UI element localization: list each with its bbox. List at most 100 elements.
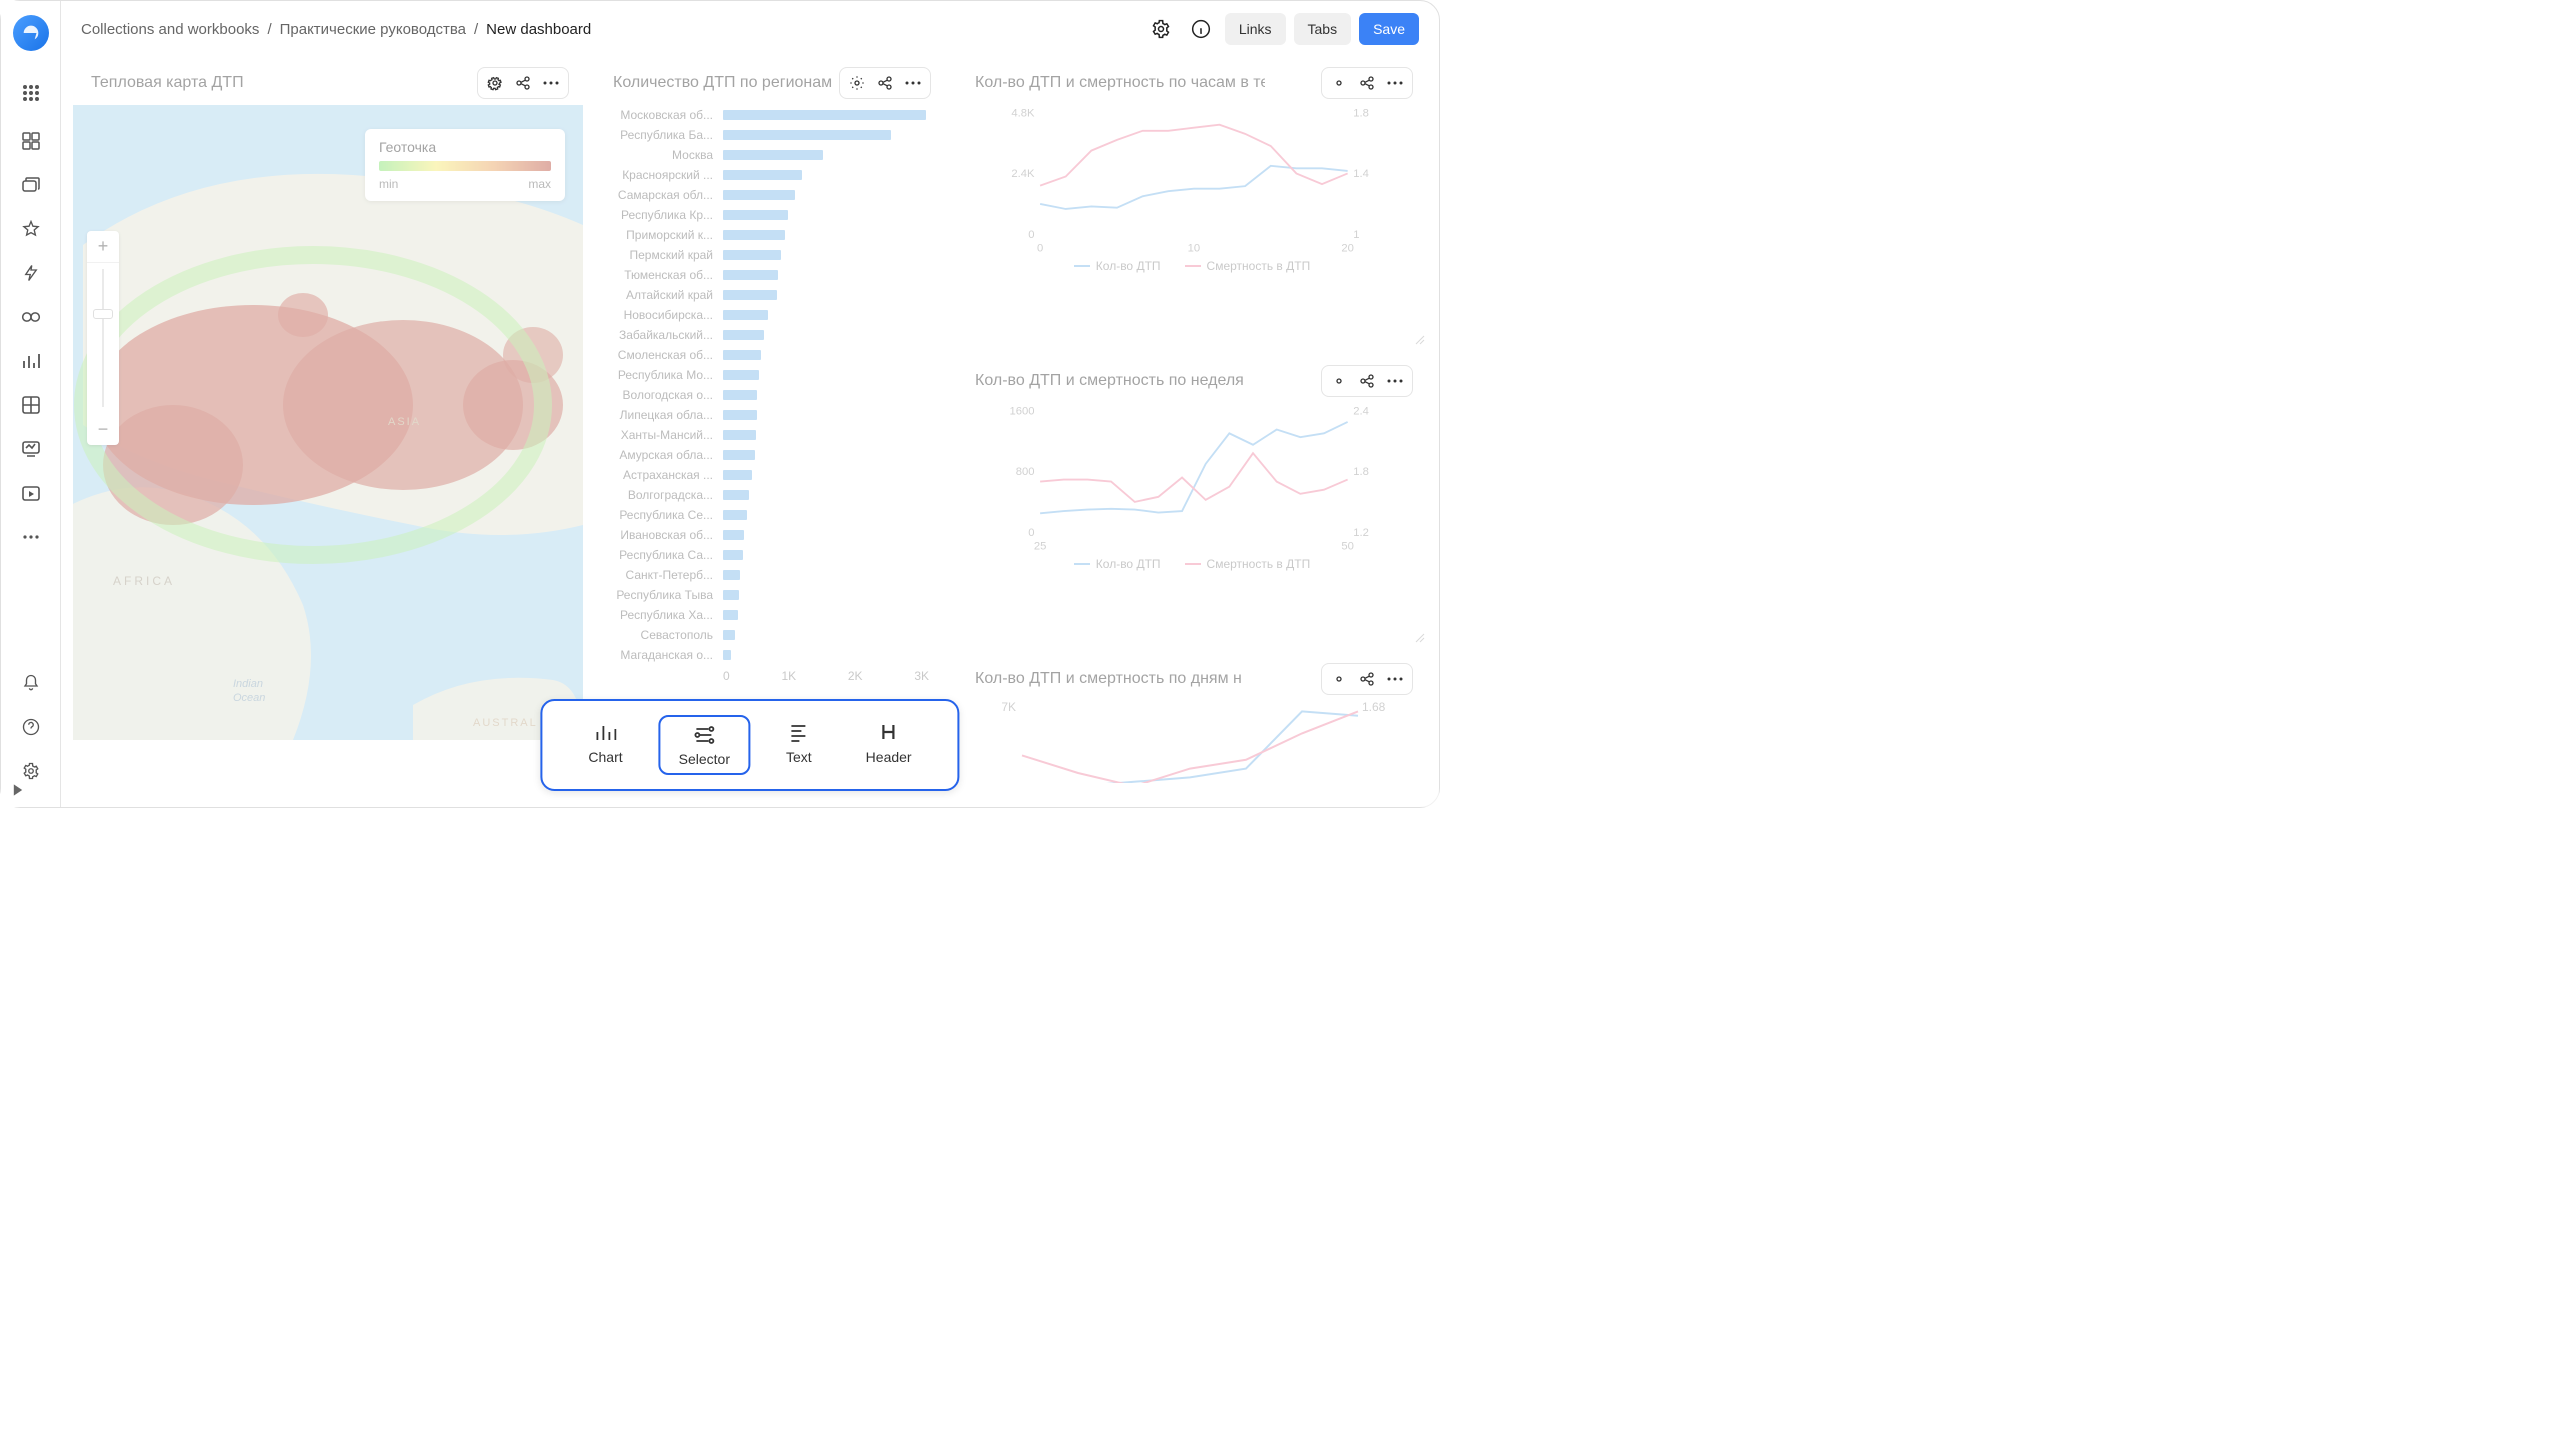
bar-row: Приморский к... <box>603 225 929 245</box>
bell-icon[interactable] <box>13 665 49 701</box>
bar-row: Пермский край <box>603 245 929 265</box>
dashboards-icon[interactable] <box>13 123 49 159</box>
panel-share-icon[interactable] <box>1356 668 1378 690</box>
app-logo[interactable] <box>13 15 49 51</box>
bar-label: Санкт-Петерб... <box>603 568 723 582</box>
add-text-button[interactable]: Text <box>768 715 830 775</box>
line-days-panel: Кол-во ДТП и смертность по дням н 7K5K1.… <box>957 653 1427 783</box>
svg-text:2.4K: 2.4K <box>1011 168 1035 180</box>
save-button[interactable]: Save <box>1359 13 1419 45</box>
bar-label: Ивановская об... <box>603 528 723 542</box>
bar-label: Астраханская ... <box>603 468 723 482</box>
add-selector-button[interactable]: Selector <box>659 715 750 775</box>
info-icon[interactable] <box>1185 13 1217 45</box>
link-icon[interactable] <box>13 299 49 335</box>
panel-more-icon[interactable] <box>540 72 562 94</box>
bar-row: Республика Са... <box>603 545 929 565</box>
panel-gear-icon[interactable] <box>484 72 506 94</box>
bar-row: Республика Ха... <box>603 605 929 625</box>
bar-label: Республика Ха... <box>603 608 723 622</box>
zoom-slider[interactable] <box>87 263 119 413</box>
bar-row: Алтайский край <box>603 285 929 305</box>
panel-more-icon[interactable] <box>902 72 924 94</box>
add-header-button[interactable]: Header <box>848 715 930 775</box>
svg-text:50: 50 <box>1341 540 1354 552</box>
bar-row: Республика Мо... <box>603 365 929 385</box>
add-widget-toolbar: Chart Selector Text Header <box>540 699 959 791</box>
panel-share-icon[interactable] <box>874 72 896 94</box>
bar-row: Севастополь <box>603 625 929 645</box>
bar-label: Республика Кр... <box>603 208 723 222</box>
svg-text:1: 1 <box>1353 229 1359 241</box>
add-chart-button[interactable]: Chart <box>570 715 640 775</box>
top-bar: Collections and workbooks / Практические… <box>61 1 1439 57</box>
bar-row: Ханты-Мансий... <box>603 425 929 445</box>
bar-label: Волгоградска... <box>603 488 723 502</box>
bar-row: Республика Се... <box>603 505 929 525</box>
help-icon[interactable] <box>13 709 49 745</box>
chart-icon[interactable] <box>13 343 49 379</box>
line-weeks-body: 160080002.41.81.22550 Кол-во ДТП Смертно… <box>957 403 1427 631</box>
resize-handle-icon[interactable] <box>1415 633 1425 643</box>
monitor-icon[interactable] <box>13 431 49 467</box>
svg-text:7K: 7K <box>1001 701 1016 714</box>
barchart-body: Московская об...Республика Ба...МоскваКр… <box>595 105 945 745</box>
bar-label: Забайкальский... <box>603 328 723 342</box>
panel-more-icon[interactable] <box>1384 370 1406 392</box>
panel-share-icon[interactable] <box>1356 370 1378 392</box>
breadcrumb-mid[interactable]: Практические руководства <box>280 21 466 38</box>
svg-text:0: 0 <box>1028 229 1034 241</box>
bar-label: Севастополь <box>603 628 723 642</box>
panel-more-icon[interactable] <box>1384 72 1406 94</box>
zoom-out-button[interactable]: − <box>87 413 119 445</box>
panel-share-icon[interactable] <box>512 72 534 94</box>
line-hours-body: 4.8K2.4K01.81.4101020 Кол-во ДТП Смертно… <box>957 105 1427 333</box>
bar-label: Республика Са... <box>603 548 723 562</box>
bar-row: Республика Ба... <box>603 125 929 145</box>
panel-more-icon[interactable] <box>1384 668 1406 690</box>
resize-handle-icon[interactable] <box>1415 335 1425 345</box>
bar-row: Магаданская о... <box>603 645 929 665</box>
bar-row: Вологодская о... <box>603 385 929 405</box>
panel-gear-icon[interactable] <box>846 72 868 94</box>
play-folder-icon[interactable] <box>13 475 49 511</box>
svg-text:2.4: 2.4 <box>1353 405 1369 417</box>
breadcrumb-root[interactable]: Collections and workbooks <box>81 21 259 38</box>
bar-row: Ивановская об... <box>603 525 929 545</box>
bar-row: Тюменская об... <box>603 265 929 285</box>
apps-grid-icon[interactable] <box>13 75 49 111</box>
star-icon[interactable] <box>13 211 49 247</box>
bar-label: Красноярский ... <box>603 168 723 182</box>
zoom-in-button[interactable]: + <box>87 231 119 263</box>
bar-label: Республика Ба... <box>603 128 723 142</box>
svg-text:800: 800 <box>1016 466 1035 478</box>
svg-text:1.2: 1.2 <box>1353 527 1369 539</box>
gear-icon[interactable] <box>1145 13 1177 45</box>
svg-text:1.8: 1.8 <box>1353 466 1369 478</box>
bar-label: Смоленская об... <box>603 348 723 362</box>
panel-gear-icon[interactable] <box>1328 370 1350 392</box>
zoom-handle[interactable] <box>93 309 113 319</box>
expand-sidebar-icon[interactable] <box>11 783 25 797</box>
bar-row: Забайкальский... <box>603 325 929 345</box>
tabs-button[interactable]: Tabs <box>1294 13 1352 45</box>
svg-text:0: 0 <box>1037 242 1043 254</box>
left-sidebar <box>1 1 61 807</box>
line-weeks-title: Кол-во ДТП и смертность по неделя <box>975 372 1244 390</box>
table-icon[interactable] <box>13 387 49 423</box>
more-icon[interactable] <box>13 519 49 555</box>
panel-gear-icon[interactable] <box>1328 72 1350 94</box>
bar-row: Самарская обл... <box>603 185 929 205</box>
folders-icon[interactable] <box>13 167 49 203</box>
heatmap-body[interactable]: AFRICA ASIA AUSTRAL Indian Ocean Геоточк… <box>73 105 583 740</box>
bar-row: Санкт-Петерб... <box>603 565 929 585</box>
legend-title: Геоточка <box>379 139 551 155</box>
panel-gear-icon[interactable] <box>1328 668 1350 690</box>
bar-row: Москва <box>603 145 929 165</box>
bar-label: Новосибирска... <box>603 308 723 322</box>
bar-row: Липецкая обла... <box>603 405 929 425</box>
panel-share-icon[interactable] <box>1356 72 1378 94</box>
bolt-icon[interactable] <box>13 255 49 291</box>
links-button[interactable]: Links <box>1225 13 1286 45</box>
bar-label: Республика Се... <box>603 508 723 522</box>
